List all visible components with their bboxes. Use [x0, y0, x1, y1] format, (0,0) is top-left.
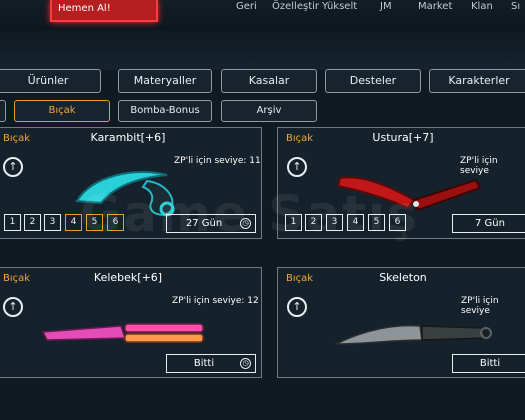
skeleton-knife-image	[335, 324, 492, 345]
buy-now-label: Hemen Al!	[58, 3, 111, 14]
upgrade-level-1: 1	[4, 214, 21, 231]
item-title: Karambit[+6]	[90, 131, 166, 144]
subtab-archive-label: Arşiv	[256, 105, 282, 116]
kelebek-butterfly-knife-image	[41, 323, 204, 343]
upgrade-level-2: 2	[24, 214, 41, 231]
upgrade-arrow-icon[interactable]: ↑	[287, 297, 307, 317]
item-level-requirement: ZP'li için seviye: 11	[174, 156, 261, 166]
tab-materials[interactable]: Materyaller	[118, 69, 212, 93]
item-card-skeleton[interactable]: Bıçak Skeleton ZP'li için seviye ↑ Bitti	[277, 267, 525, 378]
subtab-grenade-bonus[interactable]: Bomba-Bonus	[118, 100, 212, 122]
tab-products-label: Ürünler	[27, 74, 69, 87]
item-duration: Bitti	[452, 354, 525, 373]
duration-text: Bitti	[193, 358, 215, 369]
tab-characters[interactable]: Karakterler	[429, 69, 525, 93]
subtab-knife[interactable]: Bıçak	[14, 100, 110, 122]
upgrade-arrow-icon[interactable]: ↑	[3, 297, 23, 317]
nav-more[interactable]: Sı	[511, 1, 520, 12]
nav-clan[interactable]: Klan	[471, 1, 493, 12]
upgrade-level-3: 3	[44, 214, 61, 231]
clock-icon: ◷	[240, 358, 251, 369]
item-duration: Bitti ◷	[166, 354, 256, 373]
subtab-archive[interactable]: Arşiv	[221, 100, 317, 122]
duration-text: Bitti	[479, 358, 501, 369]
tab-cases[interactable]: Kasalar	[221, 69, 317, 93]
tab-decks-label: Desteler	[349, 74, 397, 87]
nav-upgrade[interactable]: Yükselt	[322, 1, 357, 12]
upgrade-arrow-icon[interactable]: ↑	[3, 157, 23, 177]
nav-jm[interactable]: JM	[380, 1, 392, 12]
nav-market[interactable]: Market	[418, 1, 452, 12]
item-level-requirement: ZP'li için seviye	[461, 296, 499, 316]
item-card-kelebek[interactable]: Bıçak Kelebek[+6] ZP'li için seviye: 12 …	[0, 267, 262, 378]
header-background	[0, 30, 525, 70]
buy-now-button[interactable]: Hemen Al!	[50, 0, 158, 22]
tab-materials-label: Materyaller	[133, 74, 197, 87]
watermark: Game Satış	[80, 185, 419, 243]
item-title: Kelebek[+6]	[93, 271, 163, 284]
subtab-knife-label: Bıçak	[48, 105, 76, 116]
upgrade-arrow-icon[interactable]: ↑	[287, 157, 307, 177]
tab-decks[interactable]: Desteler	[325, 69, 421, 93]
item-level-requirement: ZP'li için seviye: 12	[172, 296, 259, 306]
tab-cases-label: Kasalar	[248, 74, 290, 87]
item-title: Skeleton	[379, 271, 427, 284]
tab-products[interactable]: Ürünler	[0, 69, 101, 93]
subtab-grenade-bonus-label: Bomba-Bonus	[130, 105, 200, 116]
subtab-previous[interactable]	[0, 100, 6, 122]
item-title: Ustura[+7]	[372, 131, 434, 144]
nav-customize[interactable]: Özelleştir	[272, 1, 319, 12]
tab-characters-label: Karakterler	[448, 74, 510, 87]
nav-back[interactable]: Geri	[236, 1, 257, 12]
